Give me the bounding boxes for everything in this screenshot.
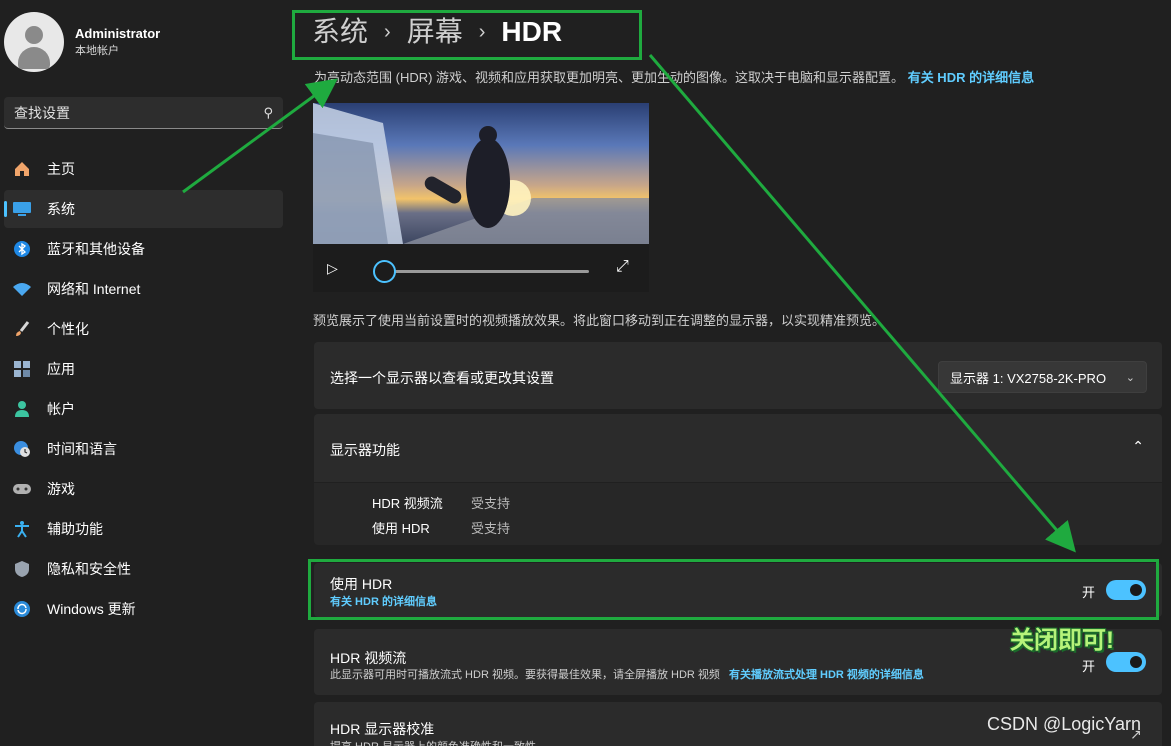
external-link-icon: ↗: [1130, 726, 1142, 742]
watermark: CSDN @LogicYarn: [987, 714, 1141, 734]
arrow-to-breadcrumb: [182, 78, 338, 194]
annotation-text: 关闭即可!: [1010, 627, 1114, 654]
annotation-arrows: [182, 54, 1076, 553]
arrow-to-use-hdr: [648, 54, 1076, 553]
